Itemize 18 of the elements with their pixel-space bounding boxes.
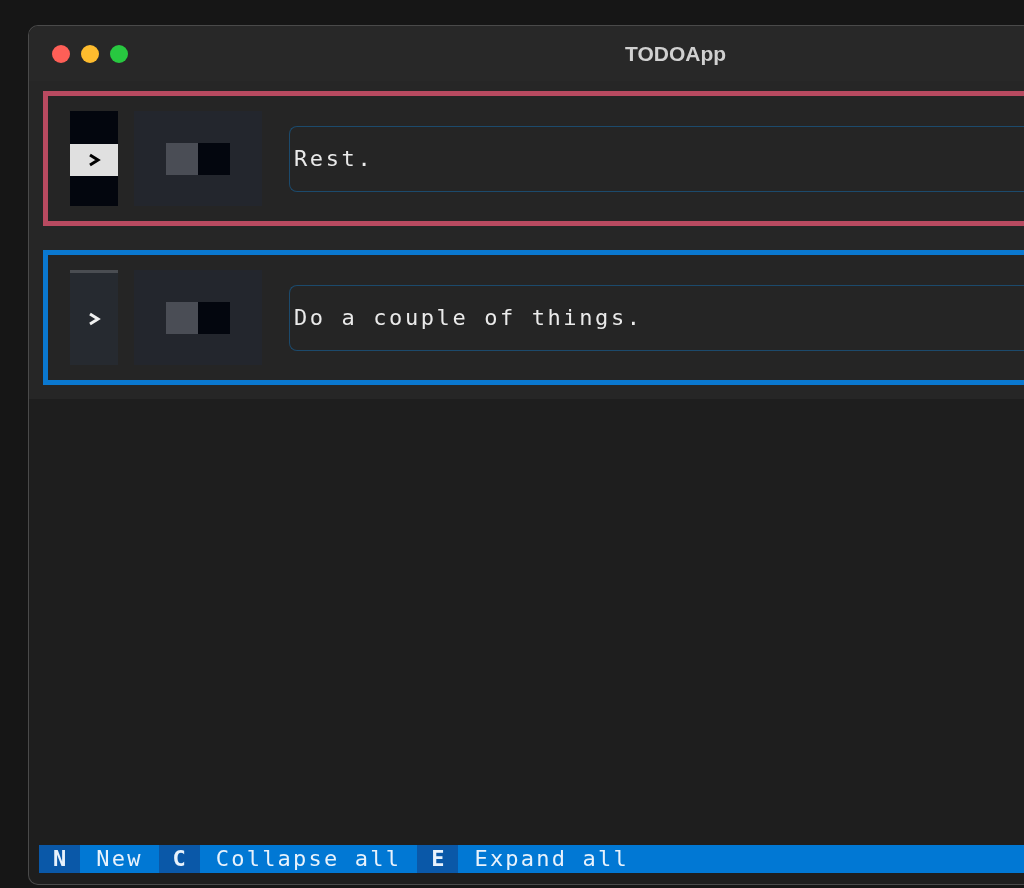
key-hint[interactable]: E [417,845,459,873]
close-icon[interactable] [52,44,70,63]
key-hint[interactable]: C [158,845,200,873]
chevron-icon [87,152,101,168]
toggle-switch[interactable] [134,270,262,365]
key-label[interactable]: New [80,845,159,873]
task-input[interactable]: Rest. [289,125,1024,192]
minimize-icon[interactable] [81,44,99,63]
task-input[interactable]: Do a couple of things. [289,284,1024,351]
chevron-icon [87,311,101,327]
key-hint[interactable]: N [39,845,81,873]
expand-toggle[interactable] [70,270,118,365]
expand-toggle[interactable] [70,111,118,206]
zoom-icon[interactable] [110,44,128,63]
key-label[interactable]: Expand all [458,845,645,873]
key-label[interactable]: Collapse all [199,845,418,873]
window-title: TODOApp [625,41,727,66]
toggle-switch[interactable] [134,111,262,206]
